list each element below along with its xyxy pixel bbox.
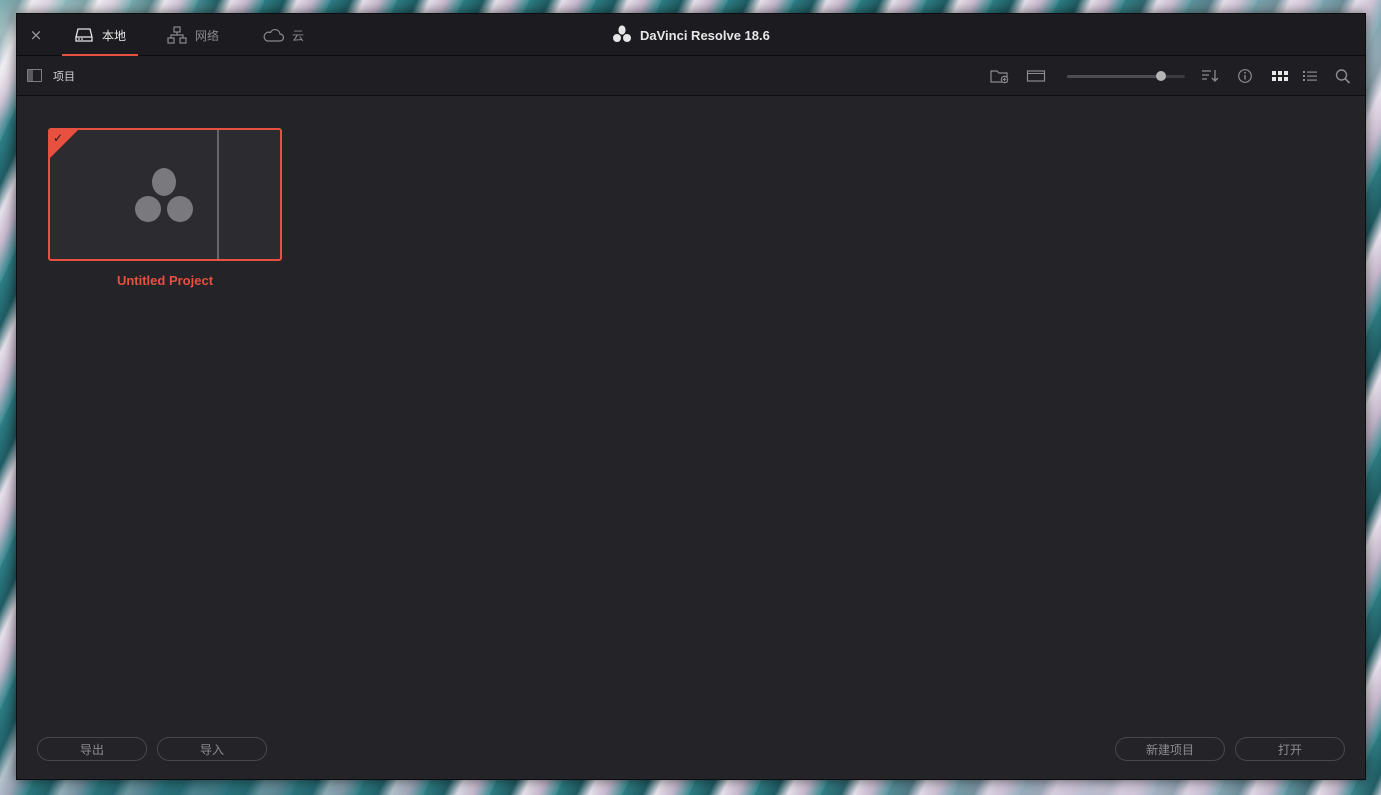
- tab-local[interactable]: 本地: [62, 14, 139, 56]
- app-title: DaVinci Resolve 18.6: [612, 14, 770, 56]
- new-folder-icon[interactable]: [990, 67, 1010, 85]
- tab-network-label: 网络: [195, 28, 220, 43]
- tab-cloud-label: 云: [292, 28, 305, 43]
- davinci-logo-icon: [612, 24, 632, 46]
- project-thumbnail[interactable]: ✓: [48, 128, 282, 261]
- sort-icon[interactable]: [1200, 67, 1220, 85]
- project-manager-window: × 本地 网络 云 DaVinci Resolve 18.6 项目 ✓ Unti…: [16, 13, 1366, 780]
- section-label: 项目: [53, 70, 75, 83]
- search-icon[interactable]: [1333, 67, 1353, 85]
- import-button[interactable]: 导入: [157, 737, 267, 761]
- davinci-placeholder-icon: [134, 168, 196, 228]
- drive-icon: [74, 27, 94, 43]
- tab-cloud[interactable]: 云: [262, 14, 304, 56]
- info-icon[interactable]: [1235, 67, 1255, 85]
- sidebar-toggle-button[interactable]: [27, 69, 42, 82]
- slider-fill: [1067, 75, 1162, 78]
- thumbnail-zoom-slider[interactable]: [1067, 71, 1185, 81]
- close-button[interactable]: ×: [27, 26, 45, 44]
- network-icon: [167, 26, 187, 44]
- toolbar: 项目: [17, 56, 1365, 96]
- list-view-icon[interactable]: [1300, 67, 1320, 85]
- open-button[interactable]: 打开: [1235, 737, 1345, 761]
- new-project-button[interactable]: 新建项目: [1115, 737, 1225, 761]
- checkmark-icon: ✓: [53, 131, 64, 145]
- thumbnail-divider: [217, 130, 219, 259]
- slider-knob[interactable]: [1156, 71, 1167, 81]
- folder-view-icon[interactable]: [1026, 67, 1046, 85]
- tab-network[interactable]: 网络: [167, 14, 219, 56]
- tab-local-label: 本地: [102, 28, 127, 43]
- grid-view-icon[interactable]: [1270, 67, 1290, 85]
- export-button[interactable]: 导出: [37, 737, 147, 761]
- app-title-text: DaVinci Resolve 18.6: [640, 27, 770, 43]
- title-bar: × 本地 网络 云 DaVinci Resolve 18.6: [17, 14, 1365, 56]
- project-name-label[interactable]: Untitled Project: [48, 273, 282, 288]
- project-browser: ✓ Untitled Project: [17, 97, 1365, 779]
- cloud-icon: [262, 28, 284, 42]
